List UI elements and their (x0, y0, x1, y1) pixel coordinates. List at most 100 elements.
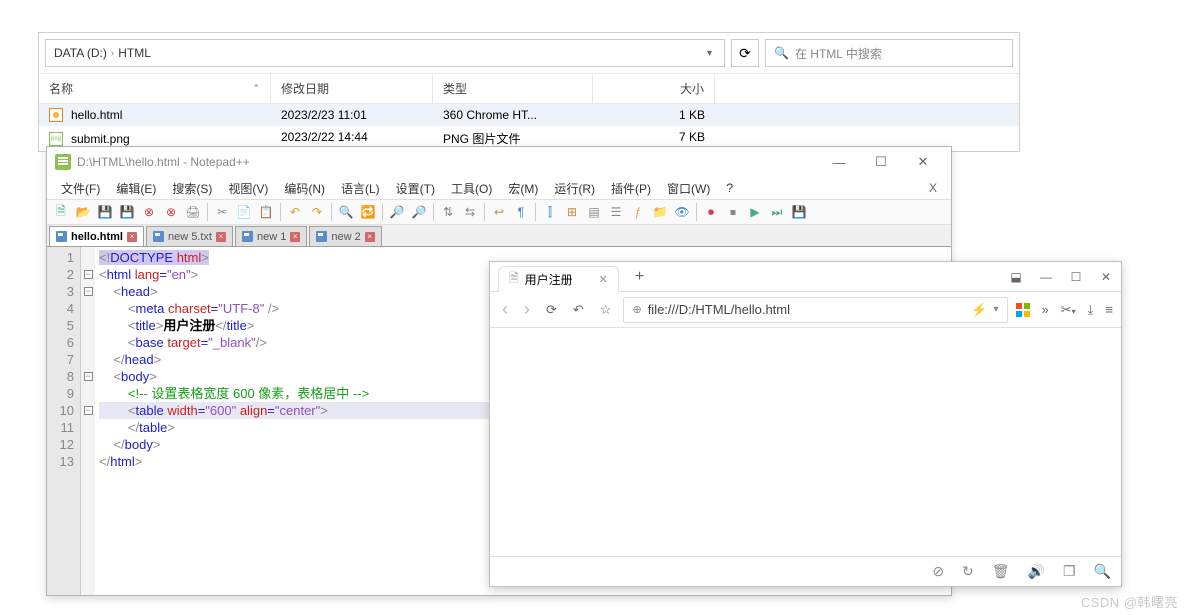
close-button[interactable]: ✕ (903, 150, 943, 174)
back-button[interactable]: ‹ (498, 297, 512, 322)
udl-icon[interactable]: ⊞ (562, 202, 582, 222)
chevron-down-icon[interactable]: ▾ (703, 48, 716, 59)
tab-close-icon[interactable]: × (216, 232, 226, 242)
tab-close-icon[interactable]: × (290, 232, 300, 242)
save-all-icon[interactable]: 💾 (117, 202, 137, 222)
maximize-button[interactable]: ☐ (1061, 264, 1091, 290)
menu-encoding[interactable]: 编码(N) (276, 178, 333, 199)
microsoft-icon[interactable] (1016, 303, 1030, 317)
undo-icon[interactable]: ↶ (285, 202, 305, 222)
save-macro-icon[interactable]: 💾 (789, 202, 809, 222)
col-size-header[interactable]: 大小 (593, 74, 715, 103)
home-button[interactable]: ☆ (596, 300, 616, 320)
wrap-icon[interactable]: ↩ (489, 202, 509, 222)
replace-icon[interactable]: 🔁 (358, 202, 378, 222)
multi-window-icon[interactable]: ❐ (1063, 563, 1076, 580)
show-chars-icon[interactable]: ¶ (511, 202, 531, 222)
editor-tab[interactable]: new 5.txt× (146, 226, 233, 246)
zoom-in-icon[interactable]: 🔎 (387, 202, 407, 222)
trash-icon[interactable]: 🗑 (992, 563, 1010, 580)
zoom-out-icon[interactable]: 🔎 (409, 202, 429, 222)
menu-run[interactable]: 运行(R) (546, 178, 603, 199)
menu-view[interactable]: 视图(V) (220, 178, 276, 199)
col-date-header[interactable]: 修改日期 (271, 74, 433, 103)
tab-close-icon[interactable]: × (127, 232, 137, 242)
fold-minus-icon[interactable]: − (84, 372, 93, 381)
paste-icon[interactable]: 📋 (256, 202, 276, 222)
menu-file[interactable]: 文件(F) (53, 178, 108, 199)
refresh-button[interactable]: ⟳ (731, 39, 759, 67)
editor-tab[interactable]: hello.html× (49, 226, 144, 246)
fold-minus-icon[interactable]: − (84, 406, 93, 415)
breadcrumb-part[interactable]: HTML (118, 46, 151, 60)
titlebar[interactable]: D:\HTML\hello.html - Notepad++ — ☐ ✕ (47, 147, 951, 177)
search-icon[interactable]: 🔍 (1094, 563, 1111, 580)
forward-button[interactable]: › (520, 297, 534, 322)
find-icon[interactable]: 🔍 (336, 202, 356, 222)
fold-minus-icon[interactable]: − (84, 270, 93, 279)
close-all-icon[interactable]: ⊗ (161, 202, 181, 222)
menu-search[interactable]: 搜索(S) (164, 178, 220, 199)
site-info-icon[interactable]: ⊕ (632, 303, 641, 316)
play-macro-icon[interactable]: ▶ (745, 202, 765, 222)
record-macro-icon[interactable]: ⏺ (701, 202, 721, 222)
more-extensions-icon[interactable]: » (1042, 302, 1049, 317)
new-file-icon[interactable]: 🗎 (51, 202, 71, 222)
tab-close-icon[interactable]: ✕ (599, 273, 608, 286)
func-list-icon[interactable]: ƒ (628, 202, 648, 222)
search-input[interactable]: 🔍 在 HTML 中搜索 (765, 39, 1013, 67)
sound-icon[interactable]: 🔊 (1028, 563, 1045, 580)
copy-icon[interactable]: 📄 (234, 202, 254, 222)
menu-language[interactable]: 语言(L) (333, 178, 388, 199)
menu-settings[interactable]: 设置(T) (388, 178, 443, 199)
page-content[interactable] (490, 328, 1121, 556)
file-row[interactable]: hello.html 2023/2/23 11:01 360 Chrome HT… (39, 104, 1019, 126)
breadcrumb-part[interactable]: DATA (D:) (54, 46, 107, 60)
flash-icon[interactable]: ⚡ (971, 302, 987, 318)
new-tab-button[interactable]: + (629, 268, 650, 286)
download-icon[interactable]: ⤓ (1088, 302, 1094, 318)
doc-list-icon[interactable]: ☰ (606, 202, 626, 222)
menu-tools[interactable]: 工具(O) (443, 178, 500, 199)
maximize-button[interactable]: ☐ (861, 150, 901, 174)
menu-plugins[interactable]: 插件(P) (603, 178, 659, 199)
menu-edit[interactable]: 编辑(E) (108, 178, 164, 199)
fold-minus-icon[interactable]: − (84, 287, 93, 296)
menu-window[interactable]: 窗口(W) (659, 178, 718, 199)
dropdown-icon[interactable]: ▾ (993, 304, 998, 315)
playback-multi-icon[interactable]: ⏭ (767, 202, 787, 222)
breadcrumb[interactable]: DATA (D:) › HTML ▾ (45, 39, 725, 67)
open-file-icon[interactable]: 📂 (73, 202, 93, 222)
reload-button[interactable]: ⟳ (542, 300, 561, 320)
sync-v-icon[interactable]: ⇅ (438, 202, 458, 222)
editor-tab[interactable]: new 2× (309, 226, 381, 246)
col-type-header[interactable]: 类型 (433, 74, 593, 103)
print-icon[interactable]: 🖨 (183, 202, 203, 222)
cut-icon[interactable]: ✂ (212, 202, 232, 222)
stop-macro-icon[interactable]: ⏹ (723, 202, 743, 222)
redo-icon[interactable]: ↷ (307, 202, 327, 222)
menu-close-x[interactable]: X (921, 179, 945, 197)
undo-nav-button[interactable]: ↶ (569, 300, 588, 320)
minimize-button[interactable]: — (1031, 264, 1061, 290)
col-name-header[interactable]: 名称⌃ (39, 74, 271, 103)
editor-tab[interactable]: new 1× (235, 226, 307, 246)
address-bar[interactable]: ⊕ file:///D:/HTML/hello.html ⚡ ▾ (623, 297, 1007, 323)
scissors-icon[interactable]: ✂▾ (1061, 302, 1076, 318)
save-icon[interactable]: 💾 (95, 202, 115, 222)
block-icon[interactable]: ⊘ (932, 563, 944, 580)
minimize-button[interactable]: — (819, 150, 859, 174)
close-file-icon[interactable]: ⊗ (139, 202, 159, 222)
monitor-icon[interactable]: 👁 (672, 202, 692, 222)
menu-macro[interactable]: 宏(M) (500, 178, 546, 199)
indent-guide-icon[interactable]: ⫿ (540, 202, 560, 222)
doc-map-icon[interactable]: ▤ (584, 202, 604, 222)
menu-help[interactable]: ? (718, 179, 741, 197)
tab-close-icon[interactable]: × (365, 232, 375, 242)
folder-icon[interactable]: 📁 (650, 202, 670, 222)
history-icon[interactable]: ↻ (962, 563, 974, 580)
pin-button[interactable]: ⬓ (1001, 264, 1031, 290)
sync-h-icon[interactable]: ⇆ (460, 202, 480, 222)
menu-icon[interactable]: ≡ (1105, 302, 1113, 317)
close-button[interactable]: ✕ (1091, 264, 1121, 290)
